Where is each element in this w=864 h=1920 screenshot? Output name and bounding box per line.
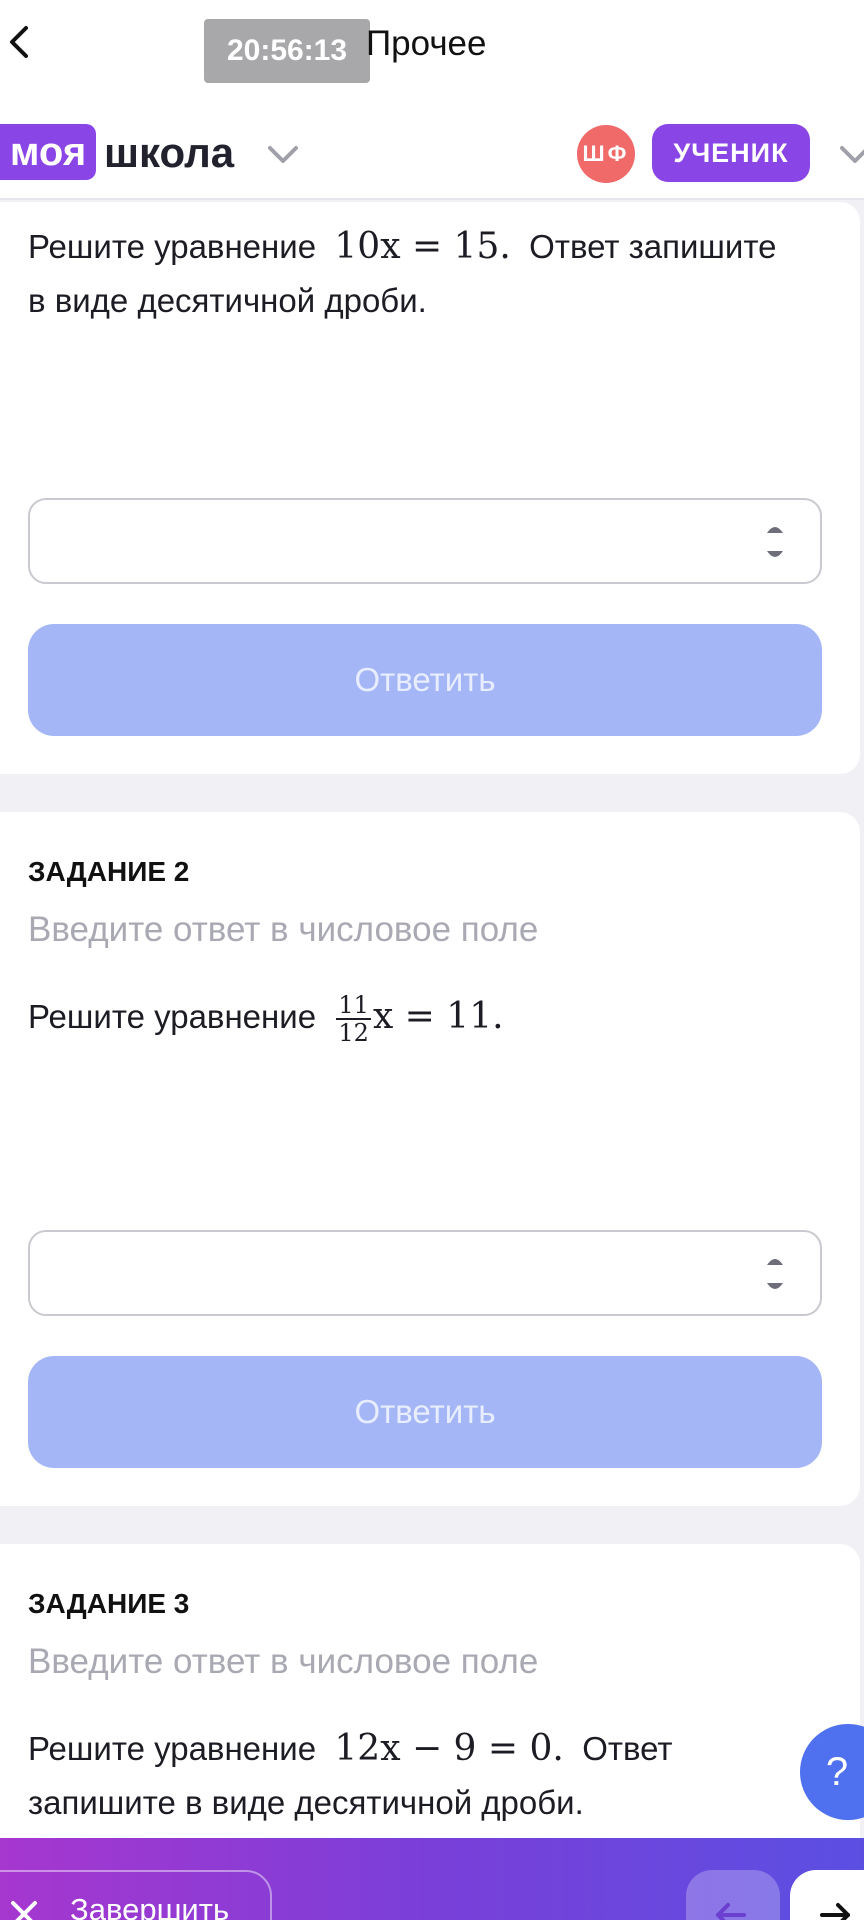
arrow-right-icon <box>820 1903 850 1920</box>
number-input[interactable] <box>28 1230 822 1316</box>
number-input[interactable] <box>28 498 822 584</box>
stepper-icon[interactable] <box>764 1250 786 1298</box>
task-hint: Введите ответ в числовое поле <box>28 1642 539 1681</box>
finish-label: Завершить <box>70 1892 230 1920</box>
avatar[interactable]: ШФ <box>577 125 635 183</box>
time-badge: 20:56:13 <box>204 19 370 83</box>
chevron-down-icon[interactable] <box>838 142 864 168</box>
task-hint: Введите ответ в числовое поле <box>28 910 539 949</box>
role-badge[interactable]: УЧЕНИК <box>652 124 810 182</box>
fraction-denominator: 12 <box>338 1019 369 1047</box>
task-title: ЗАДАНИЕ 2 <box>28 856 190 887</box>
brand-logo-moya[interactable]: моя <box>0 124 96 180</box>
previous-task-button[interactable] <box>686 1870 780 1920</box>
top-navigation-bar: 20:56:13 Прочее <box>0 0 864 88</box>
task-card-1: Решите уравнение 10x = 15. Ответ запишит… <box>0 202 860 774</box>
fraction-numerator: 11 <box>336 991 371 1020</box>
stepper-icon[interactable] <box>764 518 786 566</box>
question-prefix: Решите уравнение <box>28 228 317 265</box>
brand-bar: моя школа ШФ УЧЕНИК <box>0 88 864 200</box>
question-prefix: Решите уравнение <box>28 998 317 1035</box>
close-icon <box>11 1901 37 1920</box>
question-text: Решите уравнение 10x = 15. Ответ запишит… <box>28 220 828 328</box>
task-card-2: ЗАДАНИЕ 2 Введите ответ в числовое поле … <box>0 812 860 1506</box>
task-title: ЗАДАНИЕ 3 <box>28 1588 190 1619</box>
arrow-left-icon <box>716 1903 746 1920</box>
chevron-down-icon[interactable] <box>266 142 300 168</box>
question-suffix: Ответ <box>582 1730 673 1767</box>
question-suffix: Ответ запишите <box>529 228 777 265</box>
question-prefix: Решите уравнение <box>28 1730 317 1767</box>
question-text: Решите уравнение 11 12 x = 11. <box>28 990 828 1046</box>
next-task-button[interactable] <box>790 1870 864 1920</box>
question-text: Решите уравнение 12x − 9 = 0. Ответ запи… <box>28 1722 828 1830</box>
bottom-action-bar: Завершить <box>0 1838 864 1920</box>
math-formula: 12x − 9 = 0. <box>334 1728 564 1769</box>
page-title: Прочее <box>366 24 487 63</box>
fraction: 11 12 <box>336 992 371 1046</box>
answer-button[interactable]: Ответить <box>28 1356 822 1468</box>
formula-rest: x = 11. <box>372 996 504 1037</box>
answer-button[interactable]: Ответить <box>28 624 822 736</box>
finish-button[interactable]: Завершить <box>0 1870 272 1920</box>
brand-logo-shkola[interactable]: школа <box>104 126 234 180</box>
question-line2: в виде десятичной дроби. <box>28 282 427 319</box>
math-formula: 11 12 x = 11. <box>334 992 504 1046</box>
back-chevron-icon[interactable] <box>4 22 36 62</box>
question-line2: запишите в виде десятичной дроби. <box>28 1784 584 1821</box>
math-formula: 10x = 15. <box>334 226 511 267</box>
